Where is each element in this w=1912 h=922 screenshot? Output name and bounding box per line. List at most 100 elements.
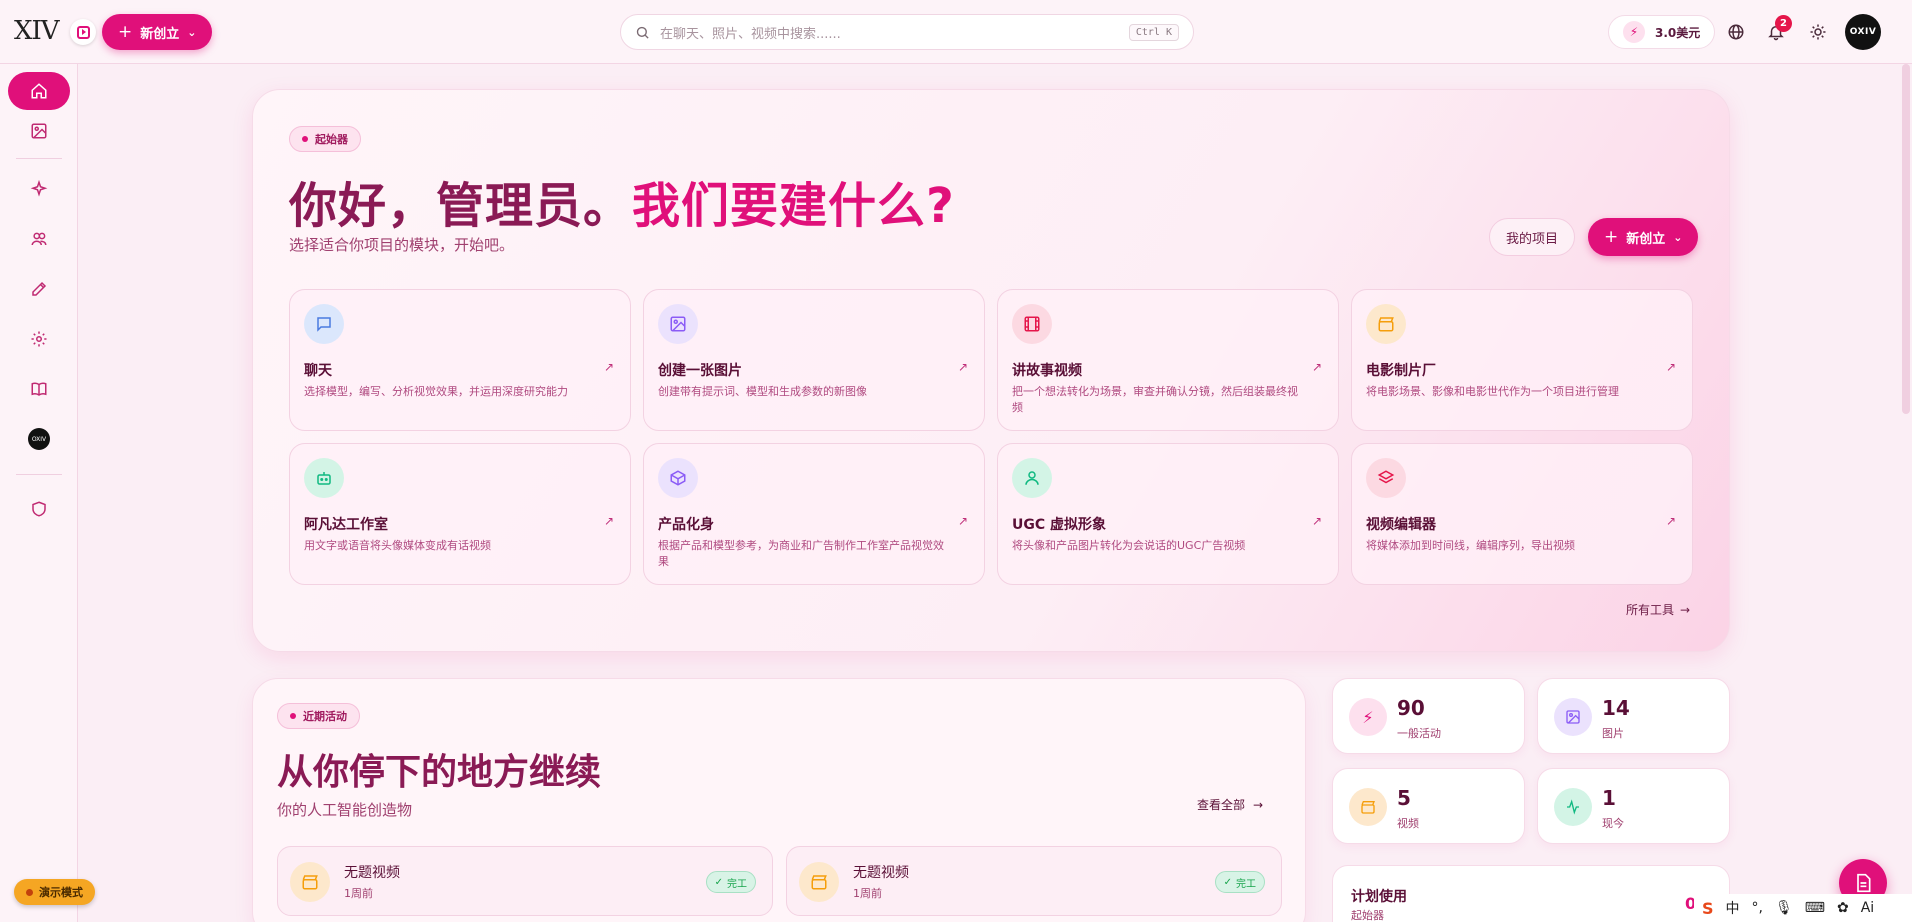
stat-value: 14 [1602,696,1630,720]
all-tools-link[interactable]: 所有工具 → [1626,601,1690,618]
edit-icon [32,281,47,296]
clapper-icon [290,862,330,902]
tool-card-description: 根据产品和模型参考，为商业和广告制作工作室产品视觉效果 [658,539,944,568]
tool-card[interactable]: 聊天 选择模型，编写、分析视觉效果，并运用深度研究能力 ↗ [289,289,631,431]
search-placeholder: 在聊天、照片、视频中搜索...... [660,26,841,42]
recent-title: 从你停下的地方继续 [277,752,602,793]
ime-logo-icon[interactable]: S [1702,899,1714,918]
page-title: 你好，管理员。我们要建什么? [289,166,955,236]
tool-card[interactable]: 讲故事视频 把一个想法转化为场景，审查并确认分镜，然后组装最终视频 ↗ [997,289,1339,431]
tool-card[interactable]: 阿凡达工作室 用文字或语音将头像媒体变成有话视频 ↗ [289,443,631,585]
box-icon [658,458,698,498]
recent-subtitle: 你的人工智能创造物 [277,801,413,819]
ai-icon[interactable]: Ai [1861,900,1874,916]
ime-toolbar: S 中 °, 🎙 ⌨ ✿ Ai [1694,894,1912,922]
sidebar-divider [16,158,62,159]
recent-badge: 近期活动 [277,703,360,729]
arrow-up-right-icon: ↗ [1665,514,1676,528]
demo-dot-icon [26,888,33,896]
new-create-button[interactable]: + 新创立 ⌄ [102,14,213,50]
arrow-right-icon: → [1253,797,1264,812]
tool-card[interactable]: 产品化身 根据产品和模型参考，为商业和广告制作工作室产品视觉效果 ↗ [643,443,985,585]
recent-activity-panel: 近期活动 从你停下的地方继续 你的人工智能创造物 查看全部 → 无题视频 1周前… [252,678,1306,922]
credits-balance[interactable]: ⚡ 3.0美元 [1608,15,1716,49]
tool-card-title: 电影制片厂 [1366,363,1436,379]
stat-card-activity[interactable]: ⚡ 90 一般活动 [1332,678,1525,754]
image-icon [1554,698,1592,736]
bolt-icon: ⚡ [1349,698,1387,736]
all-tools-label: 所有工具 [1626,603,1675,617]
tool-card-title: 创建一张图片 [658,363,742,379]
arrow-up-right-icon: ↗ [603,514,614,528]
chevron-down-icon: ⌄ [187,25,197,39]
tool-card[interactable]: UGC 虚拟形象 将头像和产品图片转化为会说话的UGC广告视频 ↗ [997,443,1339,585]
tool-card[interactable]: 视频编辑器 将媒体添加到时间线，编辑序列，导出视频 ↗ [1351,443,1693,585]
check-circle-icon: ✓ [1223,876,1232,888]
plan-usage-title: 计划使用 [1351,889,1407,905]
person-icon [1012,458,1052,498]
home-icon [31,83,47,99]
sidebar-divider [16,474,62,475]
recent-item[interactable]: 无题视频 1周前 ✓ 完工 [277,846,773,916]
arrow-up-right-icon: ↗ [957,360,968,374]
scrollbar[interactable] [1902,64,1910,414]
status-badge: ✓ 完工 [705,871,756,893]
skin-icon[interactable]: ✿ [1837,900,1849,916]
credits-value: 3.0美元 [1655,25,1701,40]
stat-label: 一般活动 [1397,727,1441,740]
keyboard-icon[interactable]: ⌨ [1805,900,1825,916]
badge-dot-icon [302,136,308,142]
arrow-up-right-icon: ↗ [1311,360,1322,374]
recent-item[interactable]: 无题视频 1周前 ✓ 完工 [786,846,1282,916]
bolt-icon: ⚡ [1623,21,1645,43]
arrow-up-right-icon: ↗ [1311,514,1322,528]
search-input[interactable]: 在聊天、照片、视频中搜索...... Ctrl K [620,14,1194,50]
sidebar-item-profile[interactable]: OXIV [8,420,70,458]
sidebar-item-generate[interactable] [8,170,70,208]
hero-new-create-button[interactable]: + 新创立 ⌄ [1588,218,1699,256]
status-badge: ✓ 完工 [1214,871,1265,893]
ime-language[interactable]: 中 [1726,898,1740,918]
stat-card-videos[interactable]: 5 视频 [1332,768,1525,844]
globe-icon[interactable] [1724,20,1748,44]
notification-badge: 2 [1775,15,1792,32]
sidebar-item-admin[interactable] [8,490,70,528]
stat-label: 视频 [1397,817,1419,830]
starter-panel: 起始器 你好，管理员。我们要建什么? 选择适合你项目的模块，开始吧。 我的项目 … [252,89,1730,652]
microphone-icon[interactable]: 🎙 [1775,900,1793,916]
user-avatar[interactable]: OXIV [1845,14,1881,50]
demo-mode-badge[interactable]: 演示模式 [14,879,95,905]
tool-card[interactable]: 创建一张图片 创建带有提示词、模型和生成参数的新图像 ↗ [643,289,985,431]
sidebar-item-avatars[interactable] [8,220,70,258]
stat-card-today[interactable]: 1 现今 [1537,768,1730,844]
greeting-accent: 我们要建什么? [632,178,955,234]
sidebar-item-settings[interactable] [8,320,70,358]
ime-punctuation-icon[interactable]: °, [1752,900,1763,916]
tool-card[interactable]: 电影制片厂 将电影场景、影像和电影世代作为一个项目进行管理 ↗ [1351,289,1693,431]
app-logo[interactable]: XIV [14,16,60,46]
theme-toggle-icon[interactable] [1806,20,1830,44]
robot-icon [304,458,344,498]
stat-card-images[interactable]: 14 图片 [1537,678,1730,754]
plus-icon: + [1604,227,1619,247]
stat-label: 图片 [1602,727,1624,740]
film-icon [1012,304,1052,344]
recent-badge-label: 近期活动 [303,710,347,723]
chat-icon [304,304,344,344]
sidebar-item-library[interactable] [8,370,70,408]
stat-value: 90 [1397,696,1425,720]
sidebar-item-images[interactable] [8,112,70,150]
sparkles-icon [30,180,48,197]
tool-card-title: 产品化身 [658,517,714,533]
view-all-link[interactable]: 查看全部 → [1197,796,1263,813]
plan-usage-card: 计划使用 起始器 0 [1332,865,1730,922]
sidebar-item-home[interactable] [8,72,70,110]
my-projects-button[interactable]: 我的项目 [1489,218,1576,256]
sidebar-toggle-button[interactable] [70,19,96,45]
sidebar-toggle-icon [76,25,90,39]
sidebar-item-editor[interactable] [8,270,70,308]
recent-item-title: 无题视频 [344,865,400,881]
demo-mode-label: 演示模式 [39,886,83,899]
shield-icon [32,501,46,517]
search-icon [636,26,649,39]
